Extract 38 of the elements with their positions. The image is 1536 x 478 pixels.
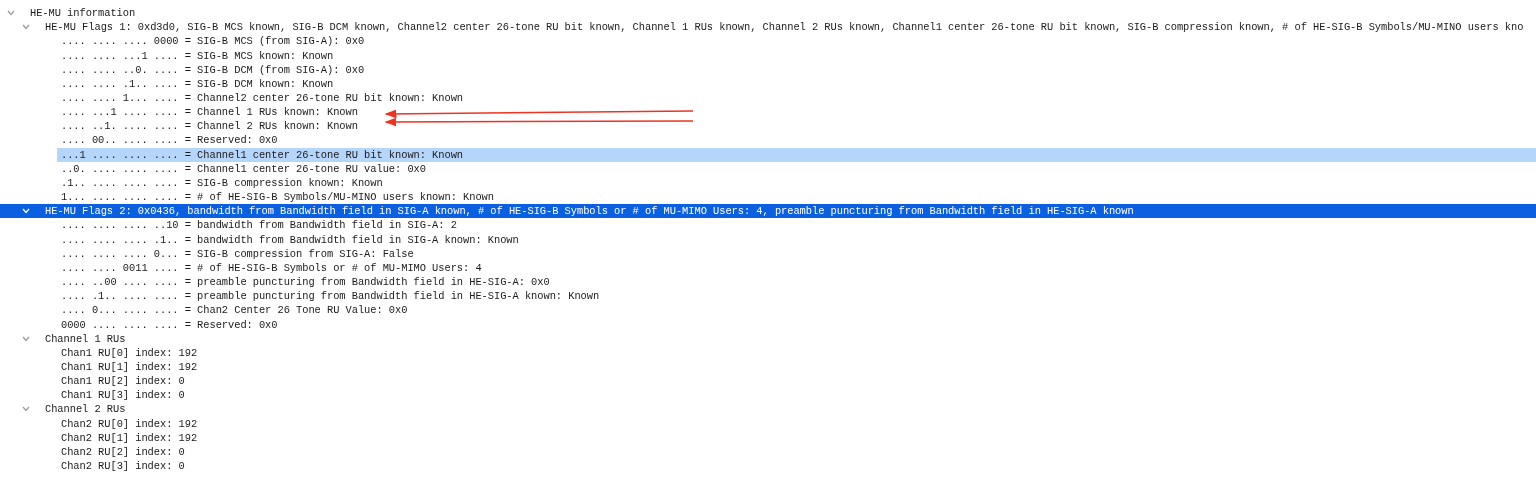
tree-item[interactable]: Chan1 RU[1] index: 192 (57, 360, 198, 374)
tree-item[interactable]: Chan1 RU[3] index: 0 (57, 388, 185, 403)
tree-item[interactable]: Channel 1 RUs (45, 331, 126, 346)
tree-item[interactable]: 1... .... .... .... = # of HE-SIG-B Symbols/MU-MINO users known: Known (57, 190, 494, 205)
tree-item[interactable]: HE-MU Flags 2: 0x0436, bandwidth from Bandwidth field in SIG-A known, # of HE-SIG-B Symbols or # of MU-MIMO Users: 4, preamble puncturing from Bandwidth field in HE-SIG-A known (45, 204, 1134, 219)
tree-item[interactable]: .... .... 0011 .... = # of HE-SIG-B Symbols or # of MU-MIMO Users: 4 (57, 260, 482, 275)
tree-item[interactable]: .... ...1 .... .... = Channel 1 RUs known: Known (57, 105, 358, 120)
chevron-down-icon[interactable] (22, 406, 30, 413)
tree-item[interactable]: ...1 .... .... .... = Channel1 center 26-tone RU bit known: Known (57, 147, 1536, 162)
chevron-down-icon[interactable] (22, 335, 30, 342)
tree-item[interactable]: Chan1 RU[0] index: 192 (57, 345, 198, 360)
tree-item[interactable]: Channel 2 RUs (45, 402, 126, 417)
tree-item[interactable]: Chan2 RU[3] index: 0 (57, 459, 185, 474)
tree-item[interactable]: .... .... ..0. .... = SIG-B DCM (from SIG-A): 0x0 (57, 62, 365, 77)
tree-item[interactable]: .... .... 1... .... = Channel2 center 26-tone RU bit known: Known (57, 91, 464, 105)
chevron-down-icon[interactable] (7, 10, 15, 17)
tree-item[interactable]: .... .... .... 0000 = SIG-B MCS (from SIG-A): 0x0 (57, 34, 365, 49)
tree-item[interactable]: .... .... ...1 .... = SIG-B MCS known: Known (57, 48, 334, 63)
tree-item[interactable]: .... 0... .... .... = Chan2 Center 26 Tone RU Value: 0x0 (57, 303, 408, 318)
tree-item[interactable]: ..0. .... .... .... = Channel1 center 26-tone RU value: 0x0 (57, 161, 426, 176)
tree-item[interactable]: Chan2 RU[2] index: 0 (57, 444, 185, 459)
tree-item[interactable]: 0000 .... .... .... = Reserved: 0x0 (57, 317, 278, 332)
tree-item[interactable]: Chan2 RU[0] index: 192 (57, 416, 198, 431)
tree-item[interactable]: Chan2 RU[1] index: 192 (57, 430, 198, 445)
tree-item[interactable]: Chan1 RU[2] index: 0 (57, 374, 185, 389)
tree-item[interactable]: .... 00.. .... .... = Reserved: 0x0 (57, 133, 278, 148)
tree-item[interactable]: HE-MU Flags 1: 0xd3d0, SIG-B MCS known, SIG-B DCM known, Channel2 center 26-tone RU bit known, Channel 1 RUs known, Channel 2 RUs known, Channel1 center 26-tone RU bit known, SIG-B compression known, # of HE-SIG-B Symbols/MU-MINO users kno (45, 20, 1524, 35)
chevron-down-icon[interactable] (22, 24, 30, 31)
tree-item[interactable]: .... .... .... 0... = SIG-B compression from SIG-A: False (57, 246, 414, 261)
tree-item[interactable]: .... ..1. .... .... = Channel 2 RUs known: Known (57, 119, 358, 134)
tree-item[interactable]: HE-MU information (30, 6, 136, 21)
tree-item[interactable]: .... .... .... ..10 = bandwidth from Bandwidth field in SIG-A: 2 (57, 218, 457, 233)
tree-item[interactable]: .... .... .... .1.. = bandwidth from Bandwidth field in SIG-A known: Known (57, 232, 519, 247)
tree-item[interactable]: .1.. .... .... .... = SIG-B compression known: Known (57, 175, 383, 190)
tree-item[interactable]: .... .1.. .... .... = preamble puncturing from Bandwidth field in HE-SIG-A known: Known (57, 289, 600, 304)
tree-item[interactable]: .... .... .1.. .... = SIG-B DCM known: Known (57, 76, 334, 91)
tree-item[interactable]: .... ..00 .... .... = preamble puncturing from Bandwidth field in HE-SIG-A: 0x0 (57, 275, 550, 290)
selected-row[interactable]: HE-MU Flags 2: 0x0436, bandwidth from Bandwidth field in SIG-A known, # of HE-SIG-B Symbols or # of MU-MIMO Users: 4, preamble puncturing from Bandwidth field in HE-SIG-A known (0, 204, 1536, 219)
